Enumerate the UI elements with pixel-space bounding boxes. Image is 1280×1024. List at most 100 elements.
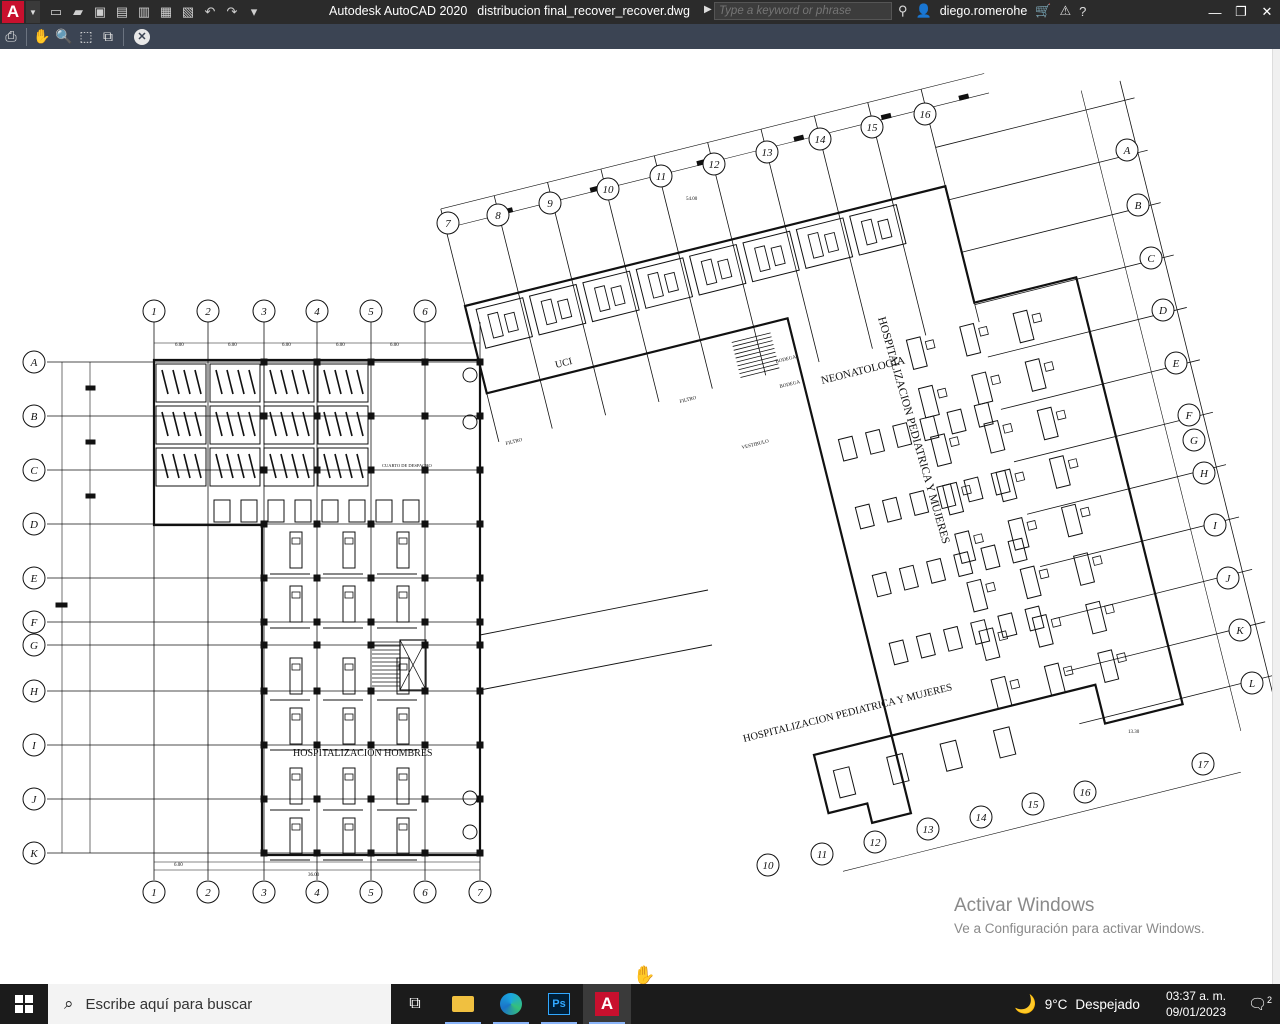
- grid-bubble-right-letter: F: [1177, 403, 1201, 427]
- furniture-line: [345, 369, 353, 395]
- store-cart-icon[interactable]: 🛒: [1035, 3, 1051, 19]
- print-icon[interactable]: ⎙: [0, 27, 22, 47]
- grid-bubble-right-top: 8: [486, 203, 510, 227]
- label-hospitalizacion-hombres: HOSPITALIZACION HOMBRES: [293, 748, 432, 759]
- redo-icon[interactable]: ↷: [224, 4, 240, 20]
- grid-bubble-right-letter: E: [1164, 351, 1188, 375]
- nightstand: [1079, 506, 1091, 518]
- bed: [396, 585, 410, 623]
- dim-tick: [793, 134, 805, 142]
- search-input[interactable]: [714, 2, 892, 20]
- plot-icon[interactable]: ▧: [180, 4, 196, 20]
- grid-bubble-left-bottom: 4: [305, 880, 329, 904]
- furniture-line: [215, 369, 223, 395]
- open-folder-icon[interactable]: ▰: [70, 4, 86, 20]
- pillow: [291, 537, 301, 545]
- vertical-scrollbar[interactable]: [1272, 49, 1280, 984]
- furniture-line: [194, 369, 202, 395]
- app-name: Autodesk AutoCAD 2020: [329, 4, 468, 18]
- minimize-icon[interactable]: —: [1202, 0, 1228, 24]
- close-preview-icon[interactable]: ✕: [134, 28, 150, 45]
- link-line: [479, 589, 709, 636]
- nightstand: [1050, 617, 1062, 628]
- a360-icon[interactable]: ⚠: [1059, 3, 1071, 19]
- pan-icon[interactable]: ✋: [31, 27, 53, 47]
- autocad-taskbar-button[interactable]: A: [583, 984, 631, 1024]
- label-uci: UCI: [554, 356, 573, 371]
- weather-desc[interactable]: Despejado: [1075, 997, 1140, 1012]
- save-web-icon[interactable]: ▦: [158, 4, 174, 20]
- photoshop-button[interactable]: Ps: [535, 984, 583, 1024]
- user-icon[interactable]: 👤: [916, 3, 932, 19]
- weather-temp[interactable]: 9°C: [1045, 997, 1068, 1012]
- nightstand: [978, 325, 989, 337]
- zoom-window-icon[interactable]: ⬚: [75, 27, 97, 47]
- open-web-icon[interactable]: ▥: [136, 4, 152, 20]
- windows-logo-icon: [15, 995, 33, 1013]
- notification-count: 2: [1267, 995, 1273, 1005]
- binoculars-icon[interactable]: ⚲: [898, 3, 908, 19]
- pillow: [291, 591, 301, 599]
- grid-bubble-label: 16: [1080, 787, 1092, 799]
- grid-bubble-right-bottom: 10: [756, 853, 780, 877]
- application-menu-arrow-icon[interactable]: ▼: [26, 1, 40, 23]
- column: [421, 687, 429, 695]
- bed: [1036, 406, 1059, 441]
- column: [367, 795, 375, 803]
- customize-qat-icon[interactable]: ▾: [246, 4, 262, 20]
- grid-bubble-label: D: [1158, 305, 1167, 317]
- notification-button[interactable]: 🗨2: [1240, 995, 1280, 1013]
- grid-bubble-label: 4: [314, 887, 320, 899]
- pillow: [398, 537, 408, 545]
- edge-button[interactable]: [487, 984, 535, 1024]
- drawing-canvas[interactable]: ABCDEFGHIJK1234561234567ABCDEFGHIJKL7891…: [0, 49, 1280, 984]
- taskbar-search-box[interactable]: ⌕ Escribe aquí para buscar: [48, 984, 391, 1024]
- nightstand: [1038, 568, 1050, 580]
- furniture-line: [323, 369, 331, 395]
- column: [260, 795, 268, 803]
- grid-bubble-label: E: [30, 573, 38, 585]
- stair-step: [733, 340, 773, 351]
- title-bar: A ▼ ▭ ▰ ▣ ▤ ▥ ▦ ▧ ↶ ↷ ▾ Autodesk AutoCAD…: [0, 0, 1280, 24]
- building-outline: [463, 184, 1184, 825]
- undo-icon[interactable]: ↶: [202, 4, 218, 20]
- furniture-line: [280, 369, 288, 395]
- clock[interactable]: 03:37 a. m. 09/01/2023: [1166, 988, 1226, 1020]
- zoom-icon[interactable]: 🔍: [53, 27, 75, 47]
- search-expand-icon[interactable]: ▶: [704, 4, 712, 15]
- column: [260, 574, 268, 582]
- zoom-original-icon[interactable]: ⧉: [97, 27, 119, 47]
- furniture-line: [215, 453, 223, 479]
- restore-icon[interactable]: ❐: [1228, 0, 1254, 24]
- label-hospitalizacion-pediatrica-horizontal: HOSPITALIZACION PEDIATRICA Y MUJERES: [742, 682, 954, 745]
- furniture-line: [345, 453, 353, 479]
- close-window-icon[interactable]: ✕: [1254, 0, 1280, 24]
- save-icon[interactable]: ▣: [92, 4, 108, 20]
- new-file-icon[interactable]: ▭: [48, 4, 64, 20]
- bed: [289, 707, 303, 745]
- task-view-button[interactable]: ⧉: [391, 984, 439, 1024]
- bed: [700, 258, 718, 286]
- grid-bubble-label: 13: [762, 147, 774, 159]
- grid-bubble-label: G: [30, 640, 38, 652]
- crib: [871, 571, 892, 598]
- grid-bubble-left-letter: F: [22, 610, 46, 634]
- room: [475, 297, 534, 349]
- save-as-icon[interactable]: ▤: [114, 4, 130, 20]
- pillow: [398, 773, 408, 781]
- column: [421, 520, 429, 528]
- column: [260, 358, 268, 366]
- grid-bubble-label: H: [1199, 468, 1209, 480]
- room: [742, 230, 800, 283]
- user-name[interactable]: diego.romerohe: [940, 4, 1028, 18]
- grid-bubble-label: G: [1190, 435, 1198, 447]
- stair-step: [736, 351, 776, 363]
- furniture-line: [183, 453, 191, 479]
- start-button[interactable]: [0, 984, 48, 1024]
- autocad-logo-icon[interactable]: A: [2, 1, 24, 23]
- file-explorer-button[interactable]: [439, 984, 487, 1024]
- weather-moon-icon[interactable]: 🌙: [1014, 994, 1036, 1015]
- column: [476, 466, 484, 474]
- grid-bubble-right-bottom: 11: [810, 842, 834, 866]
- help-icon[interactable]: ?: [1079, 4, 1086, 19]
